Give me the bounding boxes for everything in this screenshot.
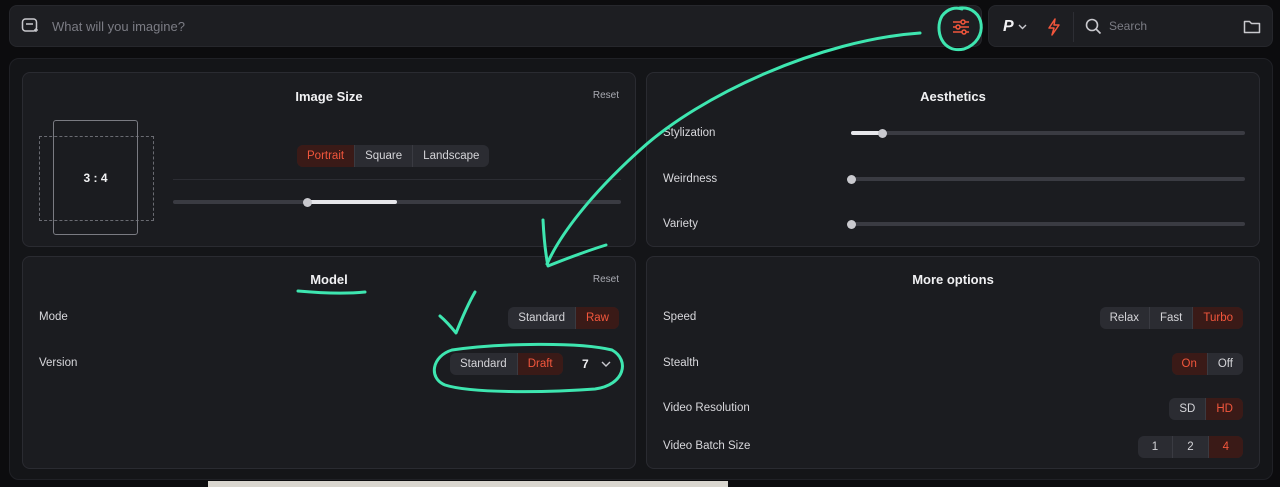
video-batch-size-toggle: 1 2 4 <box>1137 436 1243 458</box>
aspect-ratio-slider-handle[interactable] <box>302 197 312 207</box>
orientation-portrait[interactable]: Portrait <box>297 145 356 167</box>
stealth-off[interactable]: Off <box>1208 353 1243 375</box>
version-mode-toggle: Standard Draft <box>450 353 563 375</box>
fast-mode-button[interactable] <box>1043 16 1065 38</box>
batch-size-4[interactable]: 4 <box>1208 436 1243 458</box>
chevron-down-icon[interactable] <box>601 360 611 368</box>
stealth-toggle: On Off <box>1171 353 1243 375</box>
lightning-icon <box>1048 18 1060 36</box>
more-options-card: More options Speed Relax Fast Turbo Stea… <box>646 256 1260 469</box>
video-batch-size-label: Video Batch Size <box>663 440 751 452</box>
speed-fast[interactable]: Fast <box>1150 307 1194 329</box>
mode-raw[interactable]: Raw <box>575 307 619 329</box>
search-icon <box>1085 18 1102 35</box>
speed-turbo[interactable]: Turbo <box>1193 307 1243 329</box>
video-resolution-toggle: SD HD <box>1169 398 1243 420</box>
chevron-down-icon <box>1018 24 1027 30</box>
stylization-slider-handle[interactable] <box>878 128 888 138</box>
batch-size-1[interactable]: 1 <box>1138 436 1174 458</box>
settings-panel: Image Size Reset 3 : 4 Portrait Square L… <box>9 58 1273 480</box>
aesthetics-card: Aesthetics Stylization Weirdness Variety <box>646 72 1260 247</box>
more-options-title: More options <box>912 272 994 287</box>
header-tools: P <box>988 5 1273 47</box>
video-resolution-label: Video Resolution <box>663 402 750 414</box>
aspect-ratio-value: 3 : 4 <box>83 170 108 185</box>
profile-letter: P <box>1003 18 1014 35</box>
background-image-strip <box>208 481 728 487</box>
settings-button[interactable] <box>948 14 974 40</box>
version-select[interactable]: 7 <box>582 357 589 371</box>
divider <box>1073 12 1074 42</box>
orientation-square[interactable]: Square <box>355 145 414 167</box>
video-resolution-hd[interactable]: HD <box>1206 398 1243 420</box>
divider <box>173 179 621 180</box>
stylization-label: Stylization <box>663 127 716 139</box>
orientation-landscape[interactable]: Landscape <box>413 145 489 167</box>
speed-toggle: Relax Fast Turbo <box>1099 307 1243 329</box>
version-mode-standard[interactable]: Standard <box>450 353 518 375</box>
model-card: Model Reset Mode Standard Raw Version St… <box>22 256 636 469</box>
profile-menu-button[interactable]: P <box>1003 16 1027 38</box>
mode-standard[interactable]: Standard <box>508 307 576 329</box>
variety-label: Variety <box>663 218 698 230</box>
version-mode-draft[interactable]: Draft <box>517 353 563 375</box>
stylization-slider[interactable] <box>851 128 1245 138</box>
image-size-title: Image Size <box>295 89 363 104</box>
search-input[interactable] <box>1109 15 1229 37</box>
orientation-toggle: Portrait Square Landscape <box>297 145 490 167</box>
prompt-input[interactable] <box>52 14 912 38</box>
weirdness-slider[interactable] <box>846 174 1245 184</box>
image-size-card: Image Size Reset 3 : 4 Portrait Square L… <box>22 72 636 247</box>
stealth-label: Stealth <box>663 357 699 369</box>
speed-label: Speed <box>663 311 697 323</box>
mode-label: Mode <box>39 311 68 323</box>
batch-size-2[interactable]: 2 <box>1173 436 1209 458</box>
weirdness-slider-handle[interactable] <box>846 174 856 184</box>
aesthetics-title: Aesthetics <box>920 89 986 104</box>
stealth-on[interactable]: On <box>1171 353 1208 375</box>
prompt-bar <box>9 5 982 47</box>
sliders-icon <box>953 19 969 35</box>
speed-relax[interactable]: Relax <box>1100 307 1150 329</box>
weirdness-label: Weirdness <box>663 173 718 185</box>
folder-icon[interactable] <box>1243 18 1261 35</box>
video-resolution-sd[interactable]: SD <box>1169 398 1207 420</box>
aspect-ratio-preview: 3 : 4 <box>53 120 138 235</box>
model-reset-button[interactable]: Reset <box>593 274 619 285</box>
version-label: Version <box>39 357 78 369</box>
image-size-reset-button[interactable]: Reset <box>593 90 619 101</box>
variety-slider[interactable] <box>846 219 1245 229</box>
variety-slider-handle[interactable] <box>846 219 856 229</box>
aspect-ratio-slider[interactable] <box>173 197 621 207</box>
image-prompt-icon[interactable] <box>21 17 39 35</box>
mode-toggle: Standard Raw <box>508 307 619 329</box>
model-title: Model <box>310 272 348 287</box>
